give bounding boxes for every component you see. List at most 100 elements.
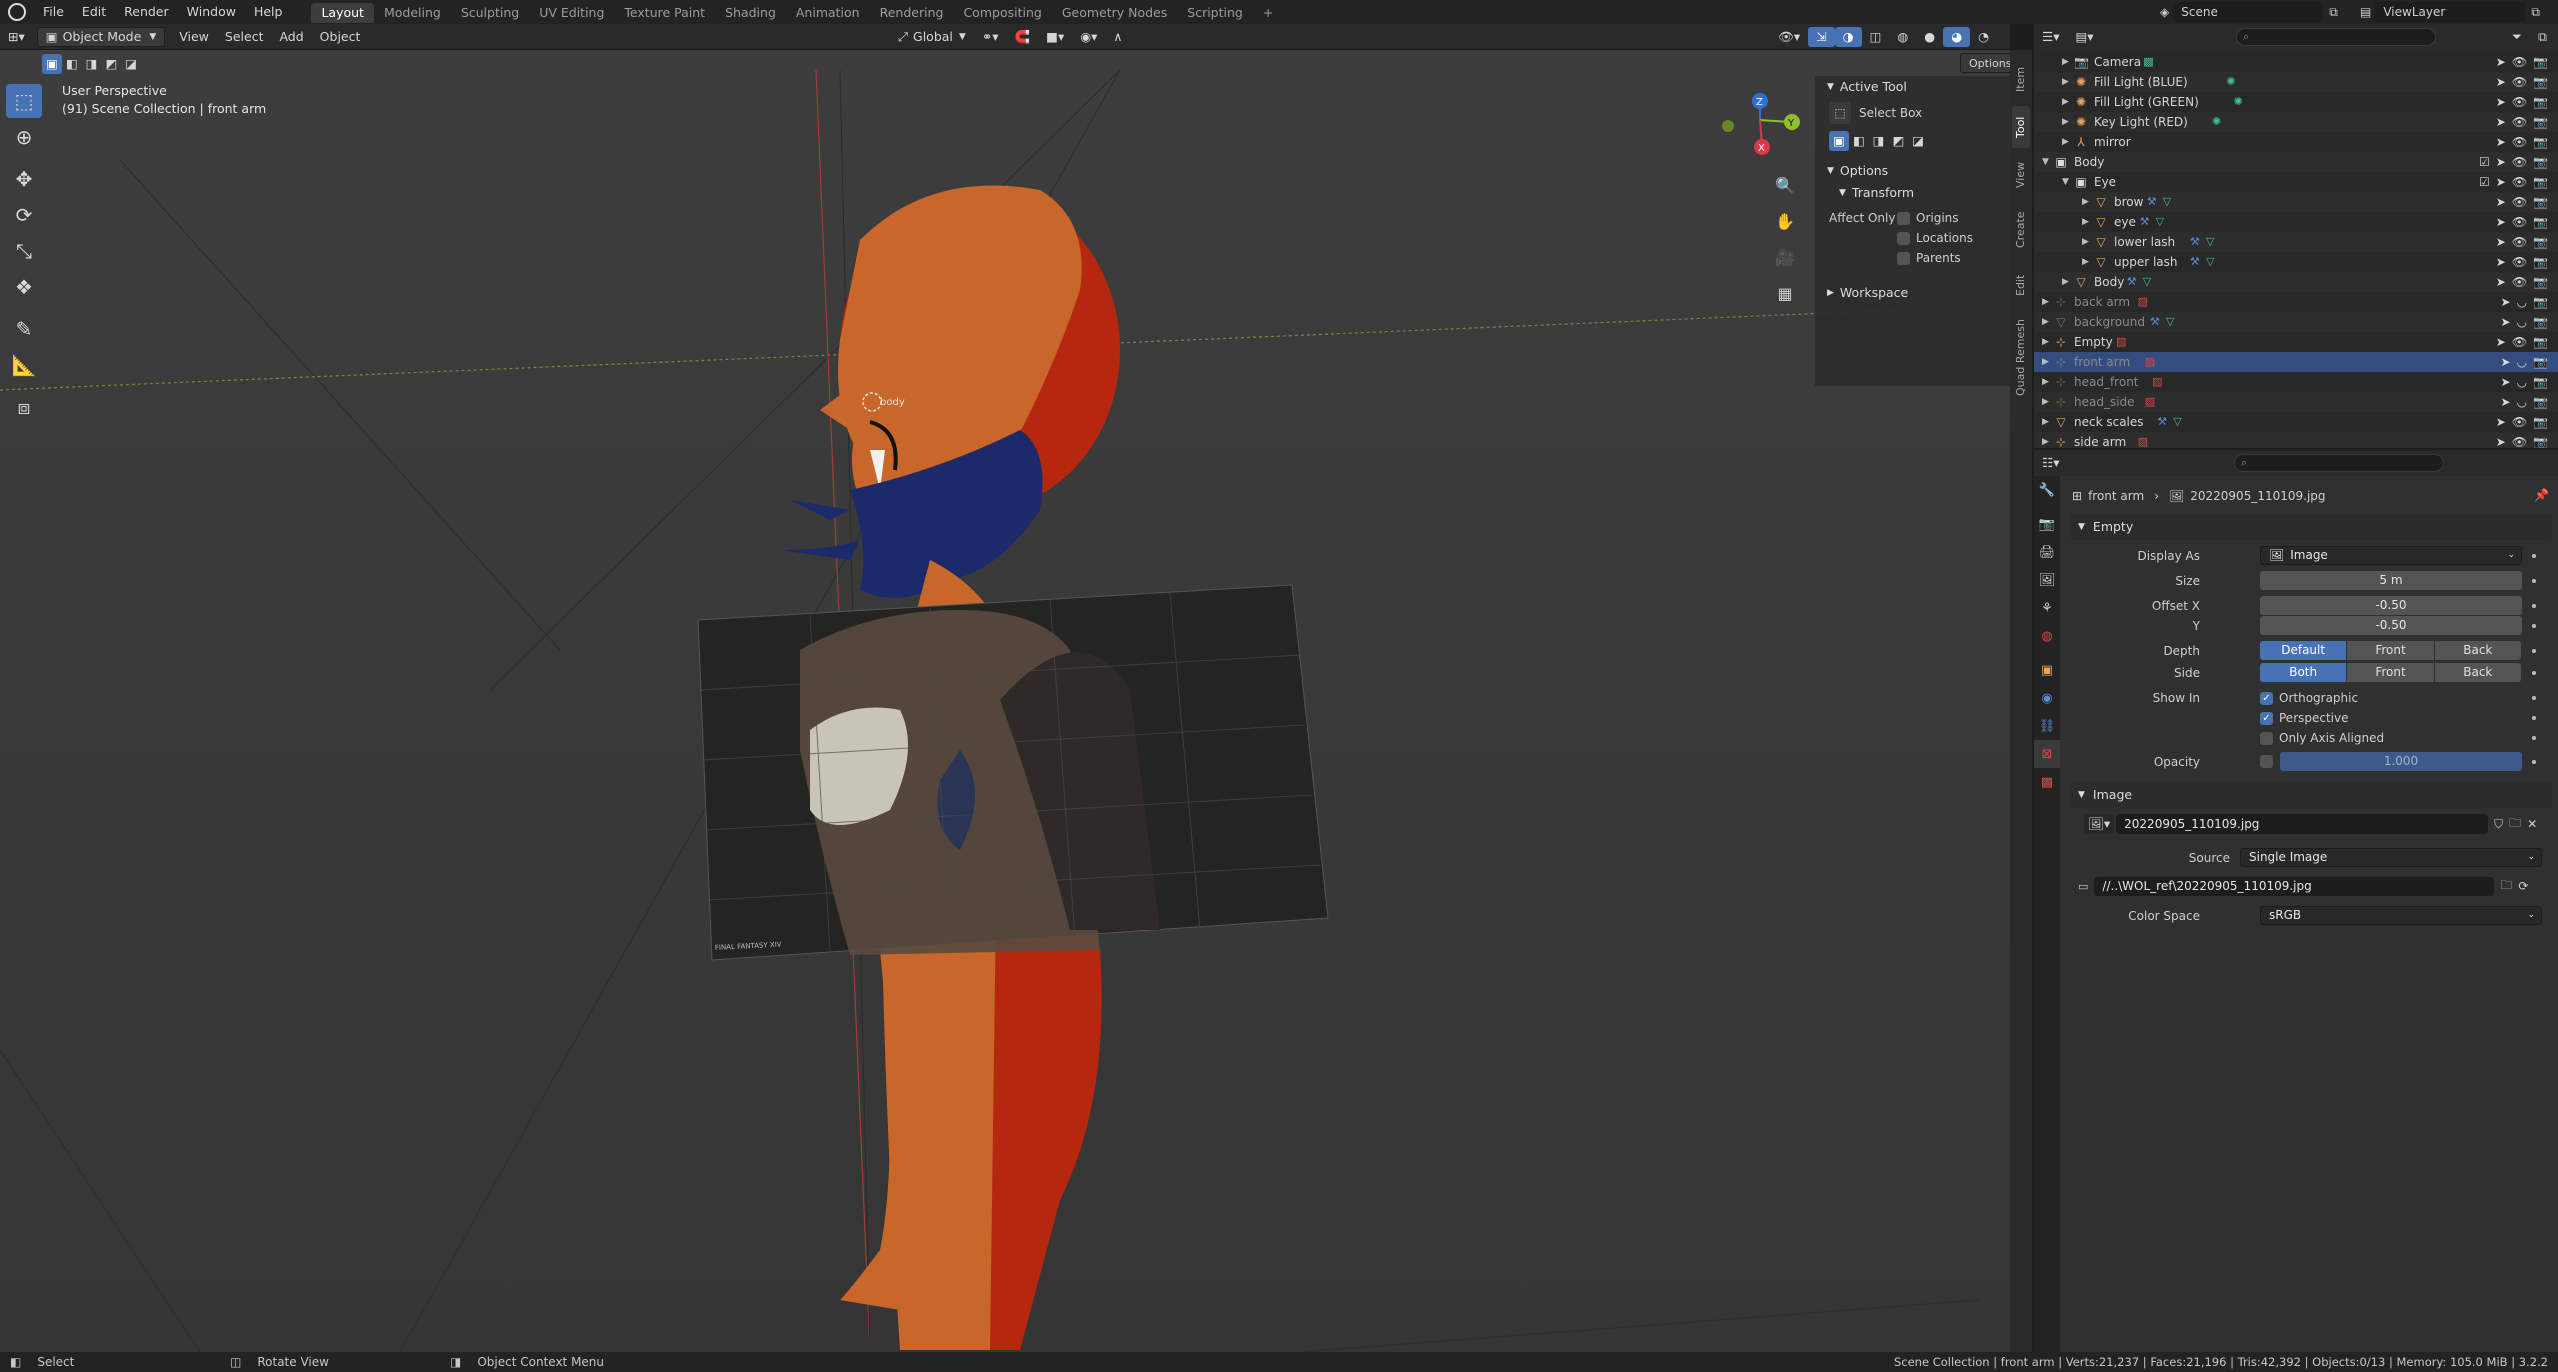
sidebar-tab-edit[interactable]: Edit [2012, 264, 2030, 306]
selectable-arrow-icon[interactable]: ➤ [2496, 135, 2512, 149]
image-name-field[interactable]: 20220905_110109.jpg [2116, 814, 2489, 834]
disclosure-triangle-icon[interactable]: ▶ [2082, 252, 2089, 272]
viewport-menu-select[interactable]: Select [217, 27, 272, 47]
outliner-row[interactable]: ▶ ▽ lower lash ⚒ ▽ ➤👁📷 [2034, 232, 2558, 252]
selectable-arrow-icon[interactable]: ➤ [2501, 375, 2517, 389]
outliner-row[interactable]: ▶ ⊹ Empty ▨ ➤👁📷 [2034, 332, 2558, 352]
render-camera-icon[interactable]: 📷 [2533, 55, 2554, 69]
outliner-row[interactable]: ▼ ▣ Body ☑➤👁📷 [2034, 152, 2558, 172]
show-in-orthographic[interactable]: ✓ Orthographic [2260, 688, 2384, 708]
empty-section-header[interactable]: ▼ Empty [2070, 514, 2552, 540]
render-camera-icon[interactable]: 📷 [2533, 175, 2554, 189]
transform-header[interactable]: ▼ Transform [1815, 182, 2010, 204]
selectable-arrow-icon[interactable]: ➤ [2501, 295, 2517, 309]
outliner-row[interactable]: ▶ ⊹ back arm ▨ ➤◡📷 [2034, 292, 2558, 312]
pin-icon[interactable]: 📌 [2534, 488, 2549, 502]
mode-dropdown[interactable]: ▣ Object Mode ▼ [36, 26, 166, 47]
neg-y-axis-handle[interactable] [1722, 120, 1734, 132]
proportional-edit-icon[interactable]: ◉▾ [1072, 27, 1105, 47]
selectable-arrow-icon[interactable]: ➤ [2496, 95, 2512, 109]
reference-image-empty[interactable] [697, 584, 1329, 961]
render-camera-icon[interactable]: 📷 [2533, 435, 2554, 448]
render-camera-icon[interactable]: 📷 [2533, 275, 2554, 289]
workspace-tab-geometry-nodes[interactable]: Geometry Nodes [1052, 3, 1177, 23]
editor-type-icon[interactable]: ☷▾ [2034, 453, 2067, 473]
select-intersect-icon[interactable]: ◪ [121, 54, 141, 74]
workspace-tab-rendering[interactable]: Rendering [870, 3, 954, 23]
keyframe-dot[interactable] [2532, 554, 2536, 558]
selectable-arrow-icon[interactable]: ➤ [2496, 215, 2512, 229]
filepath-field[interactable]: //..\WOL_ref\20220905_110109.jpg [2094, 876, 2495, 896]
snap-target-icon[interactable]: ■▾ [1038, 27, 1072, 47]
render-camera-icon[interactable]: 📷 [2533, 255, 2554, 269]
outliner-row[interactable]: ▶ ⊹ head_front ▨ ➤◡📷 [2034, 372, 2558, 392]
selectable-arrow-icon[interactable]: ➤ [2496, 115, 2512, 129]
color-space-dropdown[interactable]: sRGB ⌄ [2260, 906, 2542, 925]
eye-icon[interactable]: ◡ [2517, 315, 2533, 329]
measure-tool[interactable]: 📐 [6, 348, 42, 382]
mode-subtract-icon[interactable]: ◨ [1869, 131, 1889, 151]
render-camera-icon[interactable]: 📷 [2533, 355, 2554, 369]
constraints-tab-icon[interactable]: ⛓ [2034, 712, 2060, 740]
render-camera-icon[interactable]: 📷 [2533, 155, 2554, 169]
disclosure-triangle-icon[interactable]: ▶ [2062, 52, 2069, 72]
render-camera-icon[interactable]: 📷 [2533, 95, 2554, 109]
eye-icon[interactable]: 👁 [2512, 335, 2533, 349]
opacity-checkbox[interactable] [2260, 755, 2273, 768]
select-new-icon[interactable]: ▣ [42, 54, 62, 74]
keyframe-dot[interactable] [2532, 696, 2536, 700]
keyframe-dot[interactable] [2532, 760, 2536, 764]
eye-icon[interactable]: 👁 [2512, 95, 2533, 109]
disclosure-triangle-icon[interactable]: ▶ [2042, 312, 2049, 332]
disclosure-triangle-icon[interactable]: ▶ [2062, 112, 2069, 132]
keyframe-dot[interactable] [2532, 649, 2536, 653]
eye-icon[interactable]: 👁 [2512, 215, 2533, 229]
checkbox[interactable]: ✓ [2260, 691, 2273, 705]
pan-hand-icon[interactable]: ✋ [1770, 206, 1800, 236]
workspace-tab-sculpting[interactable]: Sculpting [451, 3, 529, 23]
outliner-row[interactable]: ▶ ✺ Fill Light (GREEN) ✺ ➤👁📷 [2034, 92, 2558, 112]
affect-only-parents[interactable]: Parents [1897, 248, 1973, 268]
workspace-tab-layout[interactable]: Layout [311, 3, 374, 23]
eye-icon[interactable]: 👁 [2512, 415, 2533, 429]
workspace-tab-modeling[interactable]: Modeling [374, 3, 451, 23]
viewlayer-selector[interactable]: ▤ ViewLayer ⧉ [2360, 2, 2540, 22]
keyframe-dot[interactable] [2532, 716, 2536, 720]
camera-view-icon[interactable]: 🎥 [1770, 242, 1800, 272]
viewlayer-name[interactable]: ViewLayer [2375, 2, 2526, 22]
disclosure-triangle-icon[interactable]: ▶ [2062, 72, 2069, 92]
selectable-arrow-icon[interactable]: ➤ [2496, 155, 2512, 169]
viewport-menu-view[interactable]: View [171, 27, 217, 47]
render-camera-icon[interactable]: 📷 [2533, 115, 2554, 129]
active-tool-row[interactable]: ⬚ Select Box [1815, 98, 2010, 128]
options-dropdown[interactable]: Options [1960, 53, 2010, 73]
workspace-tab-animation[interactable]: Animation [786, 3, 870, 23]
browse-folder-icon[interactable]: 🗀 [2500, 876, 2512, 897]
checkbox[interactable] [1897, 211, 1910, 225]
filter-icon[interactable]: ⏷ [2504, 27, 2530, 47]
physics-tab-icon[interactable]: ◉ [2034, 684, 2060, 712]
properties-search-input[interactable]: ⌕ [2234, 454, 2444, 472]
display-mode-icon[interactable]: ▤▾ [2067, 27, 2101, 47]
object-data-tab-icon[interactable]: ⊠ [2034, 740, 2060, 768]
menu-file[interactable]: File [34, 0, 73, 24]
outliner-row[interactable]: ▶ ▽ neck scales ⚒ ▽ ➤👁📷 [2034, 412, 2558, 432]
menu-render[interactable]: Render [115, 0, 178, 24]
mode-new-icon[interactable]: ▣ [1829, 131, 1849, 151]
render-camera-icon[interactable]: 📷 [2533, 135, 2554, 149]
mode-extend-icon[interactable]: ◧ [1849, 131, 1869, 151]
reload-icon[interactable]: ⟳ [2518, 879, 2528, 893]
sidebar-tab-create[interactable]: Create [2012, 202, 2030, 258]
selectable-arrow-icon[interactable]: ➤ [2496, 255, 2512, 269]
checkbox[interactable] [2260, 731, 2273, 745]
eye-icon[interactable]: 👁 [2512, 55, 2533, 69]
gizmo-icon[interactable]: ⇲ [1808, 27, 1835, 47]
outliner-row[interactable]: ▶ ⊹ side arm ▨ ➤👁📷 [2034, 432, 2558, 448]
checkbox[interactable]: ✓ [2260, 711, 2273, 725]
workspace-tab-compositing[interactable]: Compositing [953, 3, 1051, 23]
checkbox[interactable] [1897, 251, 1910, 265]
transform-tool[interactable]: ❖ [6, 270, 42, 304]
disclosure-triangle-icon[interactable]: ▶ [2042, 392, 2049, 412]
render-camera-icon[interactable]: 📷 [2533, 215, 2554, 229]
disclosure-triangle-icon[interactable]: ▶ [2042, 332, 2049, 352]
